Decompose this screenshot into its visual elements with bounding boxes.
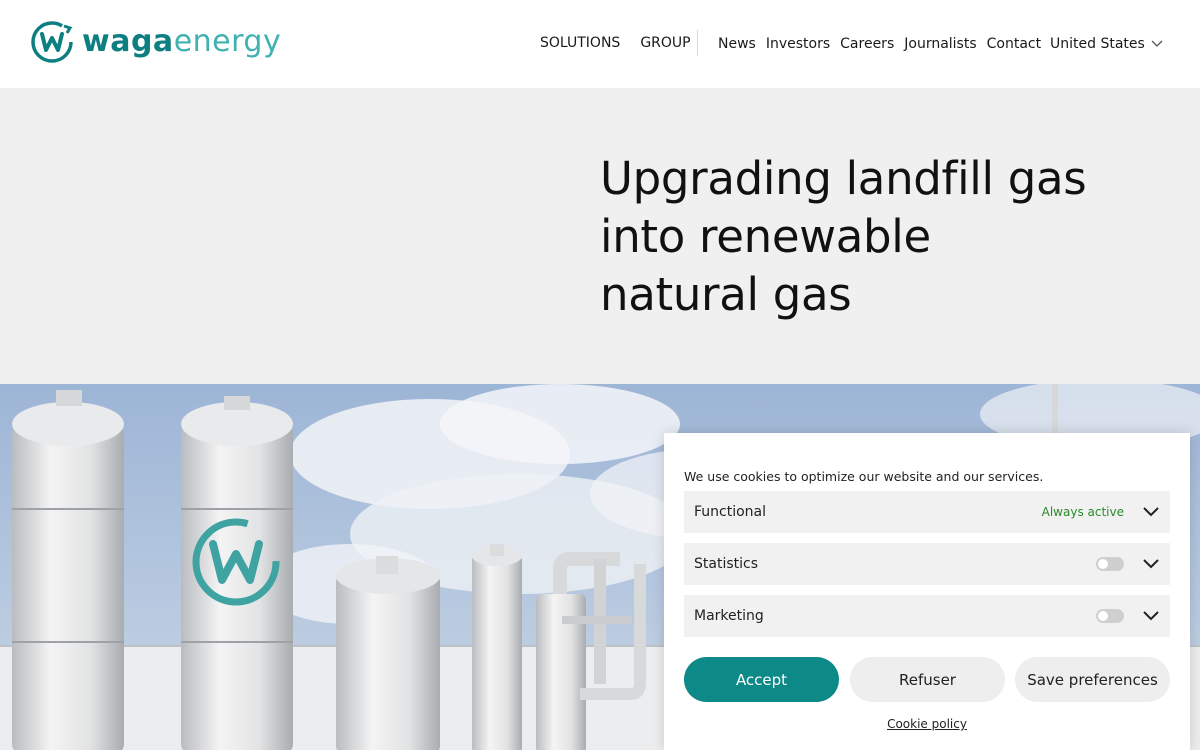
site-header: wagaenergy SOLUTIONS GROUP News Investor… xyxy=(0,0,1200,88)
cookie-category-functional[interactable]: Functional Always active xyxy=(684,491,1170,533)
cookie-message: We use cookies to optimize our website a… xyxy=(684,469,1044,484)
nav-divider xyxy=(697,30,698,56)
hero-title-line: natural gas xyxy=(600,268,852,321)
country-label: United States xyxy=(1050,36,1145,52)
hero-section: Upgrading landfill gas into renewable na… xyxy=(0,88,1200,384)
hero-title-line: into renewable xyxy=(600,210,931,263)
cookie-category-statistics[interactable]: Statistics xyxy=(684,543,1170,585)
nav-group[interactable]: GROUP xyxy=(640,35,690,51)
logo-text-waga: waga xyxy=(82,24,174,59)
chevron-down-icon[interactable] xyxy=(1142,506,1160,518)
hero-title-line: Upgrading landfill gas xyxy=(600,152,1087,205)
cookie-policy-link[interactable]: Cookie policy xyxy=(664,717,1190,731)
accept-button[interactable]: Accept xyxy=(684,657,839,702)
nav-journalists[interactable]: Journalists xyxy=(904,36,976,52)
cookie-consent-panel: We use cookies to optimize our website a… xyxy=(664,433,1190,750)
primary-nav: SOLUTIONS GROUP xyxy=(540,35,691,51)
logo-text-energy: energy xyxy=(173,24,282,59)
country-selector[interactable]: United States xyxy=(1050,36,1163,52)
logo-wordmark: wagaenergy xyxy=(82,27,281,57)
waga-energy-logo[interactable]: wagaenergy xyxy=(30,20,281,64)
cookie-category-marketing[interactable]: Marketing xyxy=(684,595,1170,637)
chevron-down-icon[interactable] xyxy=(1142,610,1160,622)
save-preferences-button[interactable]: Save preferences xyxy=(1015,657,1170,702)
always-active-badge: Always active xyxy=(1041,505,1124,519)
category-label: Statistics xyxy=(694,556,758,572)
chevron-down-icon[interactable] xyxy=(1142,558,1160,570)
nav-solutions[interactable]: SOLUTIONS xyxy=(540,35,620,51)
hero-title: Upgrading landfill gas into renewable na… xyxy=(600,150,1160,324)
refuse-button[interactable]: Refuser xyxy=(850,657,1005,702)
marketing-toggle[interactable] xyxy=(1096,609,1124,623)
category-label: Marketing xyxy=(694,608,764,624)
logo-mark-icon xyxy=(31,21,73,63)
nav-investors[interactable]: Investors xyxy=(766,36,830,52)
nav-contact[interactable]: Contact xyxy=(987,36,1041,52)
nav-careers[interactable]: Careers xyxy=(840,36,894,52)
secondary-nav: News Investors Careers Journalists Conta… xyxy=(718,36,1041,52)
category-label: Functional xyxy=(694,504,767,520)
chevron-down-icon xyxy=(1151,40,1163,47)
nav-news[interactable]: News xyxy=(718,36,756,52)
statistics-toggle[interactable] xyxy=(1096,557,1124,571)
